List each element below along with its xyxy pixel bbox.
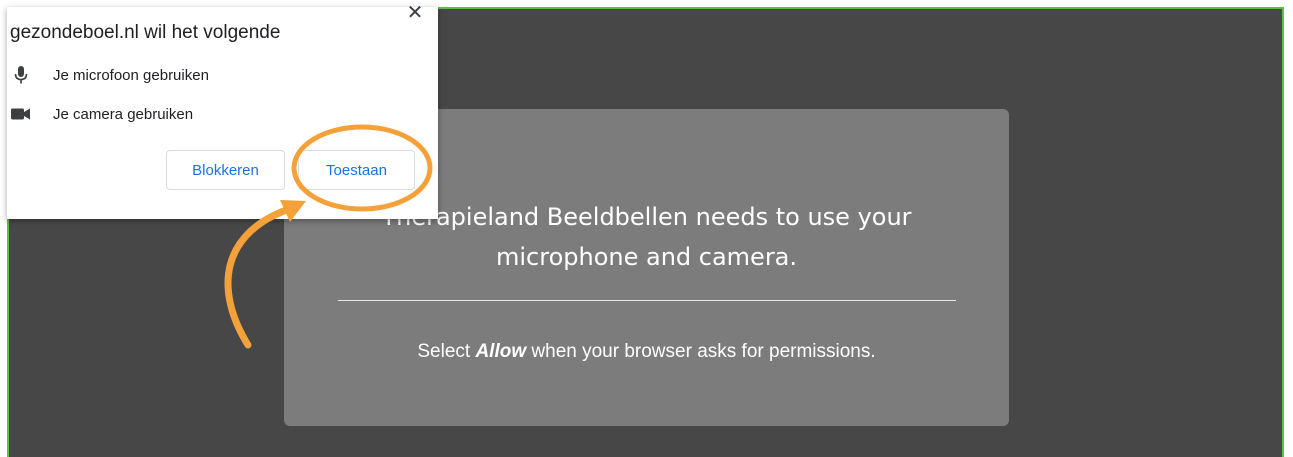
info-instruction-prefix: Select	[417, 341, 476, 362]
permission-dialog: gezondeboel.nl wil het volgende ✕ Je mic…	[7, 1, 438, 219]
microphone-icon	[11, 65, 31, 85]
permission-label-camera: Je camera gebruiken	[53, 105, 194, 123]
permission-label-microphone: Je microfoon gebruiken	[53, 66, 209, 84]
info-instruction: Select Allow when your browser asks for …	[284, 341, 1009, 363]
permission-row-camera: Je camera gebruiken	[11, 103, 193, 125]
info-instruction-emphasis: Allow	[475, 341, 527, 362]
close-icon[interactable]: ✕	[405, 1, 425, 23]
allow-button[interactable]: Toestaan	[298, 150, 415, 190]
dialog-title: gezondeboel.nl wil het volgende	[10, 22, 281, 43]
camera-icon	[11, 104, 31, 124]
divider	[338, 300, 956, 301]
info-heading-line2: microphone and camera.	[495, 243, 798, 271]
permission-row-microphone: Je microfoon gebruiken	[11, 64, 209, 86]
screenshot-frame: Therapieland Beeldbellen needs to use yo…	[0, 0, 1293, 457]
block-button[interactable]: Blokkeren	[166, 150, 285, 190]
info-instruction-suffix: when your browser asks for permissions.	[526, 341, 876, 362]
